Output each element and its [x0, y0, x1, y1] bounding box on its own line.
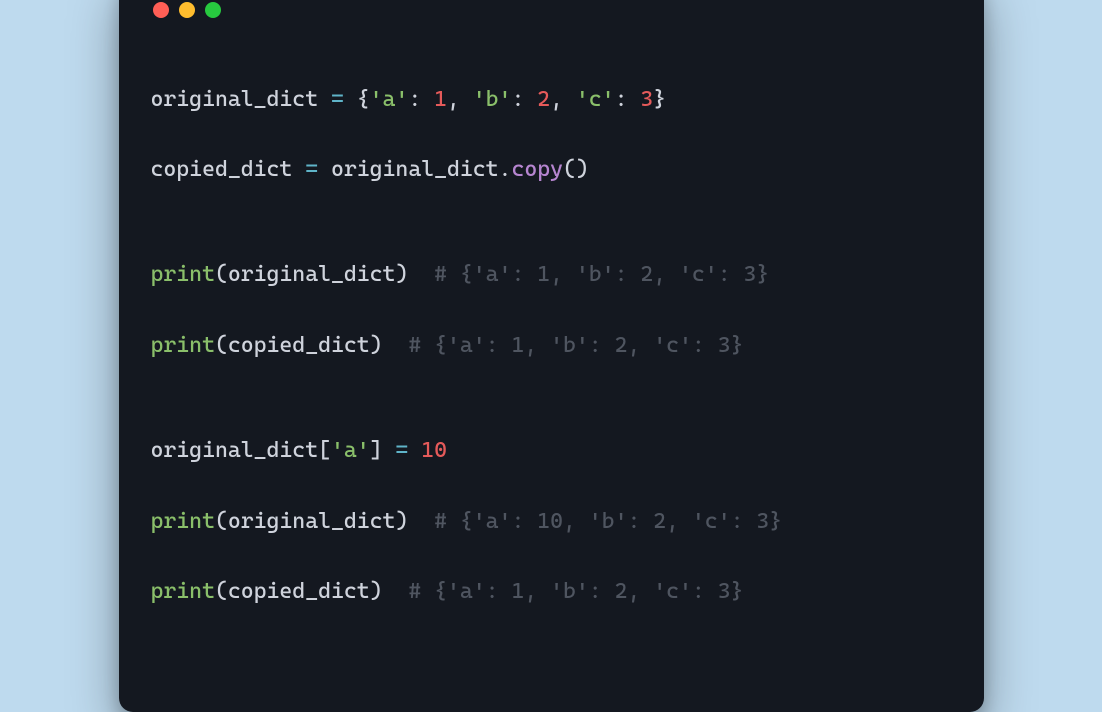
string-literal: 'a' [331, 438, 370, 463]
punct-dot: . [499, 157, 512, 182]
traffic-lights [151, 2, 952, 18]
identifier: original_dict [228, 509, 396, 534]
identifier: original_dict [151, 438, 319, 463]
builtin-print: print [151, 262, 215, 287]
window-maximize-icon[interactable] [205, 2, 221, 18]
punct-comma: , [447, 87, 473, 112]
number-literal: 1 [434, 87, 447, 112]
identifier: original_dict [228, 262, 396, 287]
spacer [383, 579, 409, 604]
punct-colon: : [408, 87, 434, 112]
comment: # {'a': 1, 'b': 2, 'c': 3} [434, 262, 769, 287]
code-line-5: print(copied_dict) # {'a': 1, 'b': 2, 'c… [151, 328, 952, 363]
punct-paren-close: ) [395, 509, 408, 534]
code-line-7: original_dict['a'] = 10 [151, 433, 952, 468]
punct-paren-close: ) [370, 333, 383, 358]
spacer [408, 509, 434, 534]
operator-assign: = [292, 157, 331, 182]
spacer [408, 262, 434, 287]
spacer [383, 333, 409, 358]
punct-paren-open: ( [215, 579, 228, 604]
punct-paren-open: ( [215, 262, 228, 287]
number-literal: 10 [421, 438, 447, 463]
builtin-print: print [151, 579, 215, 604]
identifier: copied_dict [151, 157, 293, 182]
punct-paren-close: ) [370, 579, 383, 604]
window-minimize-icon[interactable] [179, 2, 195, 18]
builtin-print: print [151, 509, 215, 534]
builtin-print: print [151, 333, 215, 358]
number-literal: 2 [537, 87, 550, 112]
comment: # {'a': 1, 'b': 2, 'c': 3} [408, 579, 743, 604]
punct-comma: , [550, 87, 576, 112]
brace-open: { [357, 87, 370, 112]
brace-close: } [653, 87, 666, 112]
number-literal: 3 [640, 87, 653, 112]
comment: # {'a': 10, 'b': 2, 'c': 3} [434, 509, 782, 534]
punct-paren-open: ( [215, 509, 228, 534]
punct-paren-close: ) [395, 262, 408, 287]
punct-paren-open: ( [215, 333, 228, 358]
punct-colon: : [511, 87, 537, 112]
punct-bracket-open: [ [318, 438, 331, 463]
punct-bracket-close: ] [370, 438, 383, 463]
operator-assign: = [318, 87, 357, 112]
comment: # {'a': 1, 'b': 2, 'c': 3} [408, 333, 743, 358]
method-call: copy [511, 157, 563, 182]
identifier: original_dict [331, 157, 499, 182]
string-literal: 'c' [576, 87, 615, 112]
code-line-9: print(copied_dict) # {'a': 1, 'b': 2, 'c… [151, 574, 952, 609]
identifier: original_dict [151, 87, 319, 112]
string-literal: 'a' [370, 87, 409, 112]
code-line-8: print(original_dict) # {'a': 10, 'b': 2,… [151, 504, 952, 539]
string-literal: 'b' [473, 87, 512, 112]
code-block: original_dict = {'a': 1, 'b': 2, 'c': 3}… [151, 46, 952, 679]
editor-window: original_dict = {'a': 1, 'b': 2, 'c': 3}… [119, 0, 984, 712]
code-line-4: print(original_dict) # {'a': 1, 'b': 2, … [151, 257, 952, 292]
operator-assign: = [383, 438, 422, 463]
code-line-2: copied_dict = original_dict.copy() [151, 152, 952, 187]
identifier: copied_dict [228, 579, 370, 604]
identifier: copied_dict [228, 333, 370, 358]
code-line-1: original_dict = {'a': 1, 'b': 2, 'c': 3} [151, 82, 952, 117]
window-close-icon[interactable] [153, 2, 169, 18]
punct-parens: () [563, 157, 589, 182]
punct-colon: : [615, 87, 641, 112]
